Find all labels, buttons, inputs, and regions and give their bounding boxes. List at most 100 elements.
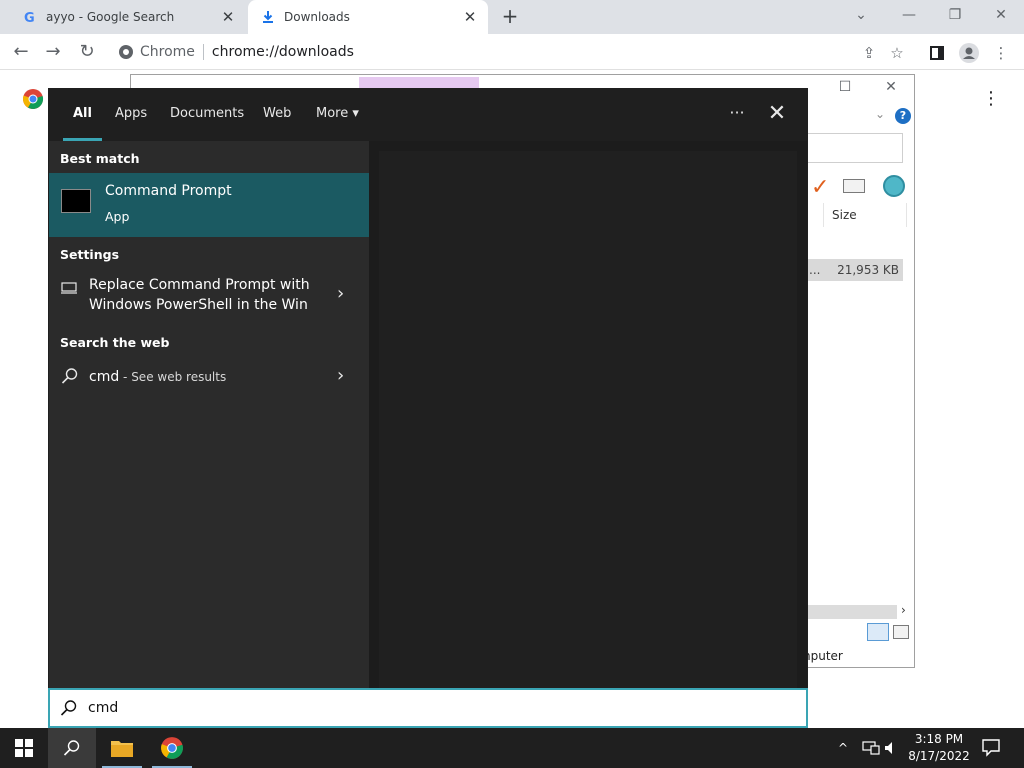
chrome-icon — [161, 737, 183, 759]
back-arrow-icon[interactable]: ← — [8, 40, 34, 66]
bookmark-star-icon[interactable]: ☆ — [886, 42, 908, 64]
tab-all[interactable]: All — [63, 89, 102, 141]
best-match-name: Command Prompt — [105, 183, 232, 199]
svg-text:G: G — [24, 11, 35, 24]
file-explorer-button[interactable] — [98, 728, 146, 768]
close-window-button[interactable]: ✕ — [986, 4, 1016, 26]
settings-result-line1: Replace Command Prompt with — [89, 277, 310, 293]
chrome-tabstrip: G ayyo - Google Search ✕ Downloads ✕ + ⌄… — [0, 0, 1024, 34]
notification-icon[interactable] — [980, 736, 1004, 760]
start-button[interactable] — [0, 728, 48, 768]
section-search-web: Search the web — [60, 335, 170, 350]
chevron-down-icon[interactable]: ⌄ — [875, 107, 885, 121]
tab-apps[interactable]: Apps — [115, 89, 147, 141]
close-panel-button[interactable]: ✕ — [765, 103, 789, 127]
taskbar: ^ 3:18 PM 8/17/2022 — [0, 728, 1024, 768]
search-box[interactable] — [48, 688, 808, 728]
share-icon[interactable]: ⇪ — [858, 42, 880, 64]
address-bar[interactable]: Chrome chrome://downloads — [108, 38, 898, 66]
chrome-taskbar-button[interactable] — [148, 728, 196, 768]
network-icon[interactable] — [862, 728, 880, 768]
tab-title: Downloads — [284, 10, 350, 24]
settings-result-text: Replace Command Prompt with Windows Powe… — [89, 275, 310, 315]
omnibox-separator — [202, 44, 204, 60]
tab-google-search[interactable]: G ayyo - Google Search ✕ — [12, 0, 246, 34]
profile-avatar-icon[interactable] — [958, 42, 980, 64]
downloads-menu-icon[interactable]: ⋮ — [982, 88, 1000, 109]
help-icon[interactable]: ? — [895, 108, 911, 124]
search-icon — [63, 740, 80, 756]
address-field[interactable] — [807, 133, 903, 163]
url-text: chrome://downloads — [211, 44, 354, 60]
new-tab-button[interactable]: + — [498, 5, 522, 29]
forward-arrow-icon[interactable]: → — [40, 40, 66, 66]
volume-icon[interactable] — [884, 728, 898, 768]
file-row[interactable]: ... 21,953 KB — [807, 259, 903, 281]
clock-time: 3:18 PM — [914, 732, 964, 746]
settings-result-powershell[interactable]: Replace Command Prompt with Windows Powe… — [49, 275, 369, 319]
chrome-toolbar: ← → ↻ Chrome chrome://downloads ⇪ ☆ ⋮ — [0, 34, 1024, 70]
horizontal-scrollbar[interactable] — [807, 605, 897, 619]
chrome-logo-icon — [22, 88, 44, 110]
details-view-icon[interactable] — [867, 623, 889, 641]
preview-pane — [369, 141, 807, 689]
taskbar-clock[interactable]: 3:18 PM 8/17/2022 — [900, 731, 978, 765]
preview-pane-content — [379, 151, 797, 689]
web-result-text: cmd - See web results — [89, 367, 226, 387]
tab-search-icon[interactable]: ⌄ — [846, 4, 876, 26]
search-icon — [60, 699, 78, 717]
search-input[interactable] — [88, 696, 788, 720]
checkmark-icon[interactable]: ✓ — [811, 175, 829, 200]
chrome-small-icon — [119, 45, 133, 59]
download-icon — [260, 9, 276, 25]
chevron-right-icon[interactable]: › — [337, 365, 344, 386]
maximize-icon[interactable]: ☐ — [833, 79, 857, 99]
best-match-command-prompt[interactable]: Command Prompt App — [49, 173, 369, 237]
web-result-query: cmd — [89, 369, 120, 385]
tab-downloads[interactable]: Downloads ✕ — [248, 0, 488, 34]
tray-chevron-icon[interactable]: ^ — [838, 728, 848, 768]
taskbar-search-button[interactable] — [48, 728, 96, 768]
tab-close-icon[interactable]: ✕ — [220, 9, 236, 25]
search-filter-bar: All Apps Documents Web More ▾ ··· ✕ — [49, 89, 807, 141]
size-column-header[interactable]: Size — [823, 203, 907, 227]
tab-more-label: More — [316, 106, 349, 121]
mail-icon[interactable] — [843, 179, 865, 193]
restore-button[interactable]: ❐ — [940, 4, 970, 26]
google-g-icon: G — [22, 9, 38, 25]
web-result-cmd[interactable]: cmd - See web results › — [49, 363, 369, 391]
status-bar-text: nputer — [803, 649, 843, 663]
more-options-icon[interactable]: ··· — [725, 103, 749, 127]
shell-icon[interactable] — [883, 175, 905, 197]
file-size: 21,953 KB — [837, 263, 899, 277]
scroll-right-icon[interactable]: › — [901, 603, 906, 617]
results-list: Best match Command Prompt App Settings R… — [49, 141, 369, 689]
search-icon — [61, 367, 78, 384]
preview-view-icon[interactable] — [893, 625, 909, 639]
side-panel-icon[interactable] — [926, 42, 948, 64]
best-match-type: App — [105, 209, 130, 224]
caret-down-icon: ▾ — [352, 106, 359, 121]
tab-more[interactable]: More ▾ — [316, 89, 359, 141]
tab-web[interactable]: Web — [263, 89, 291, 141]
minimize-button[interactable]: — — [894, 4, 924, 26]
windows-search-panel: All Apps Documents Web More ▾ ··· ✕ Best… — [48, 88, 808, 689]
chrome-menu-icon[interactable]: ⋮ — [990, 42, 1012, 64]
truncated-name: ... — [809, 263, 821, 277]
tab-documents[interactable]: Documents — [170, 89, 244, 141]
settings-result-line2: Windows PowerShell in the Win — [89, 297, 308, 313]
command-prompt-icon — [61, 189, 91, 213]
section-best-match: Best match — [60, 151, 140, 166]
section-settings: Settings — [60, 247, 120, 262]
windows-logo-icon — [15, 739, 33, 757]
reload-icon[interactable]: ↻ — [74, 40, 100, 66]
folder-icon — [111, 741, 133, 757]
tab-title: ayyo - Google Search — [46, 10, 175, 24]
close-icon[interactable]: ✕ — [879, 79, 903, 99]
tab-close-icon[interactable]: ✕ — [462, 9, 478, 25]
site-info-chip[interactable]: Chrome — [118, 44, 195, 60]
clock-date: 8/17/2022 — [908, 749, 970, 763]
chevron-right-icon[interactable]: › — [337, 283, 344, 304]
site-label: Chrome — [140, 44, 195, 60]
laptop-settings-icon — [61, 279, 77, 295]
